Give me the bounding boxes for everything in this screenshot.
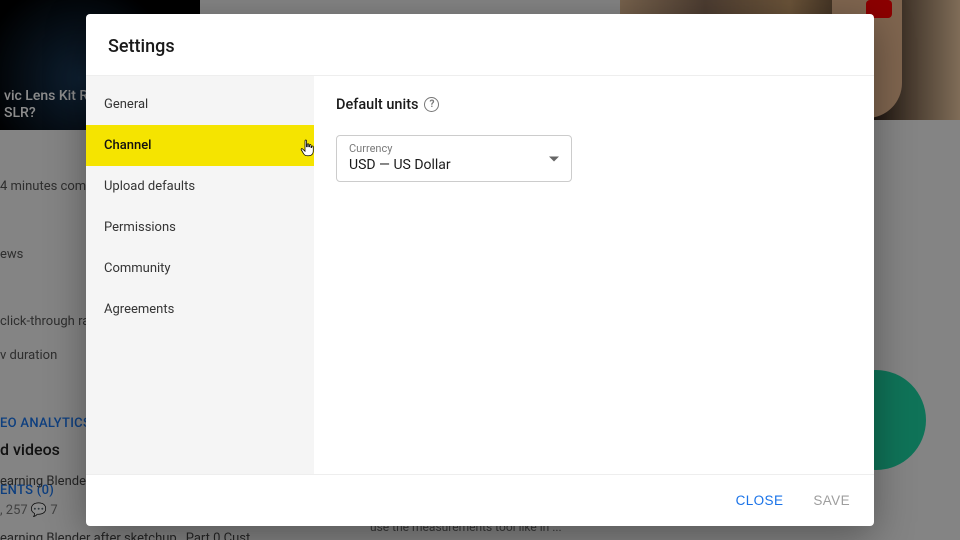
settings-sidebar: General Channel Upload defaults Permissi… — [86, 76, 314, 474]
sidebar-item-permissions[interactable]: Permissions — [86, 207, 314, 248]
sidebar-item-channel[interactable]: Channel — [86, 125, 314, 166]
sidebar-item-upload-defaults[interactable]: Upload defaults — [86, 166, 314, 207]
currency-field-label: Currency — [349, 142, 559, 155]
section-title-text: Default units — [336, 96, 418, 113]
help-icon[interactable]: ? — [424, 97, 439, 112]
chevron-down-icon — [549, 156, 559, 161]
currency-select[interactable]: Currency USD — US Dollar — [336, 135, 572, 182]
currency-field-value: USD — US Dollar — [349, 157, 559, 173]
sidebar-item-general[interactable]: General — [86, 84, 314, 125]
modal-body: General Channel Upload defaults Permissi… — [86, 76, 874, 474]
close-button[interactable]: CLOSE — [734, 489, 786, 512]
sidebar-item-community[interactable]: Community — [86, 248, 314, 289]
sidebar-item-agreements[interactable]: Agreements — [86, 289, 314, 330]
modal-footer: CLOSE SAVE — [86, 474, 874, 526]
settings-content: Default units ? Currency USD — US Dollar — [314, 76, 874, 474]
save-button[interactable]: SAVE — [811, 489, 852, 512]
section-title: Default units ? — [336, 96, 852, 113]
modal-title: Settings — [86, 14, 874, 76]
settings-modal: Settings General Channel Upload defaults… — [86, 14, 874, 526]
